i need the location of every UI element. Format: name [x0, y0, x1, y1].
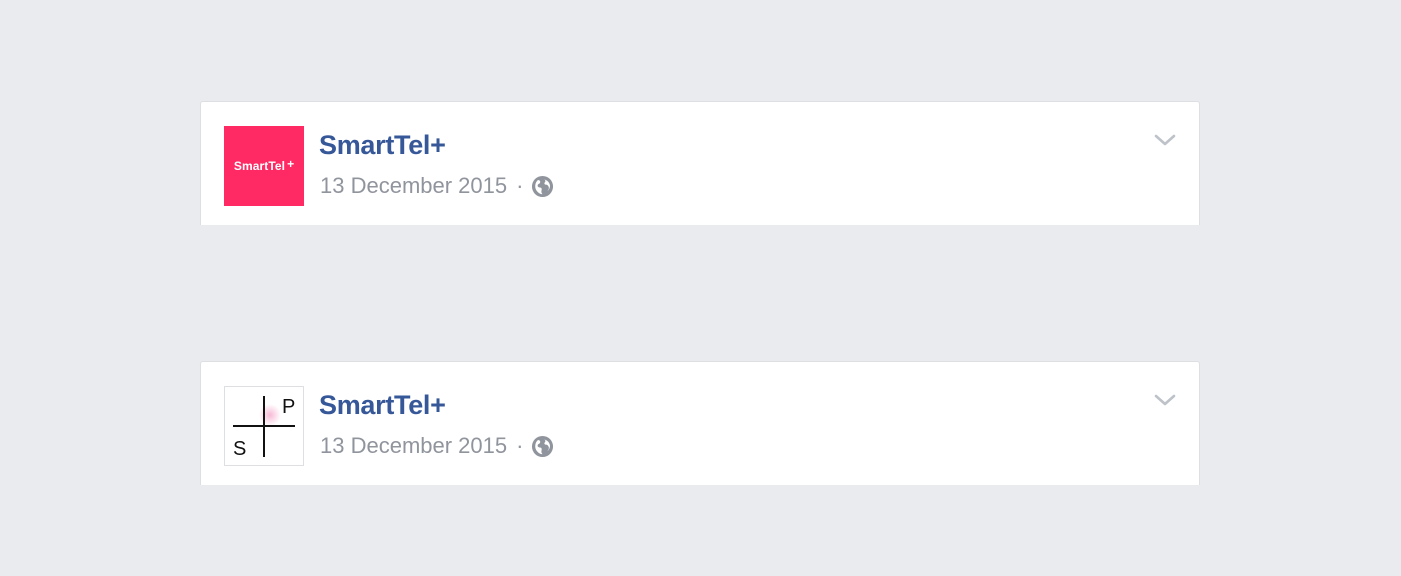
post-timestamp[interactable]: 13 December 2015	[320, 433, 507, 459]
globe-icon[interactable]	[531, 175, 554, 198]
page-name-link[interactable]: SmartTel+	[319, 390, 446, 421]
post-header-card: SmartTel + SmartTel+ 13 December 2015 ·	[200, 101, 1200, 225]
page-avatar[interactable]: SmartTel +	[224, 126, 304, 206]
post-meta: 13 December 2015 ·	[320, 173, 554, 199]
post-meta: 13 December 2015 ·	[320, 433, 554, 459]
post-header-card: P S SmartTel+ 13 December 2015 ·	[200, 361, 1200, 485]
globe-icon[interactable]	[531, 435, 554, 458]
avatar-letter-p: P	[282, 396, 295, 418]
quadrant-cross-logo: P S	[233, 396, 295, 460]
page-name-link[interactable]: SmartTel+	[319, 130, 446, 161]
avatar-letter-s: S	[233, 438, 246, 460]
page-avatar[interactable]: P S	[224, 386, 304, 466]
avatar-logo-plus: +	[287, 157, 295, 171]
meta-separator: ·	[516, 173, 524, 198]
chevron-down-icon[interactable]	[1153, 392, 1177, 408]
meta-separator: ·	[516, 433, 524, 458]
post-timestamp[interactable]: 13 December 2015	[320, 173, 507, 199]
avatar-logo-text: SmartTel	[233, 159, 286, 173]
chevron-down-icon[interactable]	[1153, 132, 1177, 148]
